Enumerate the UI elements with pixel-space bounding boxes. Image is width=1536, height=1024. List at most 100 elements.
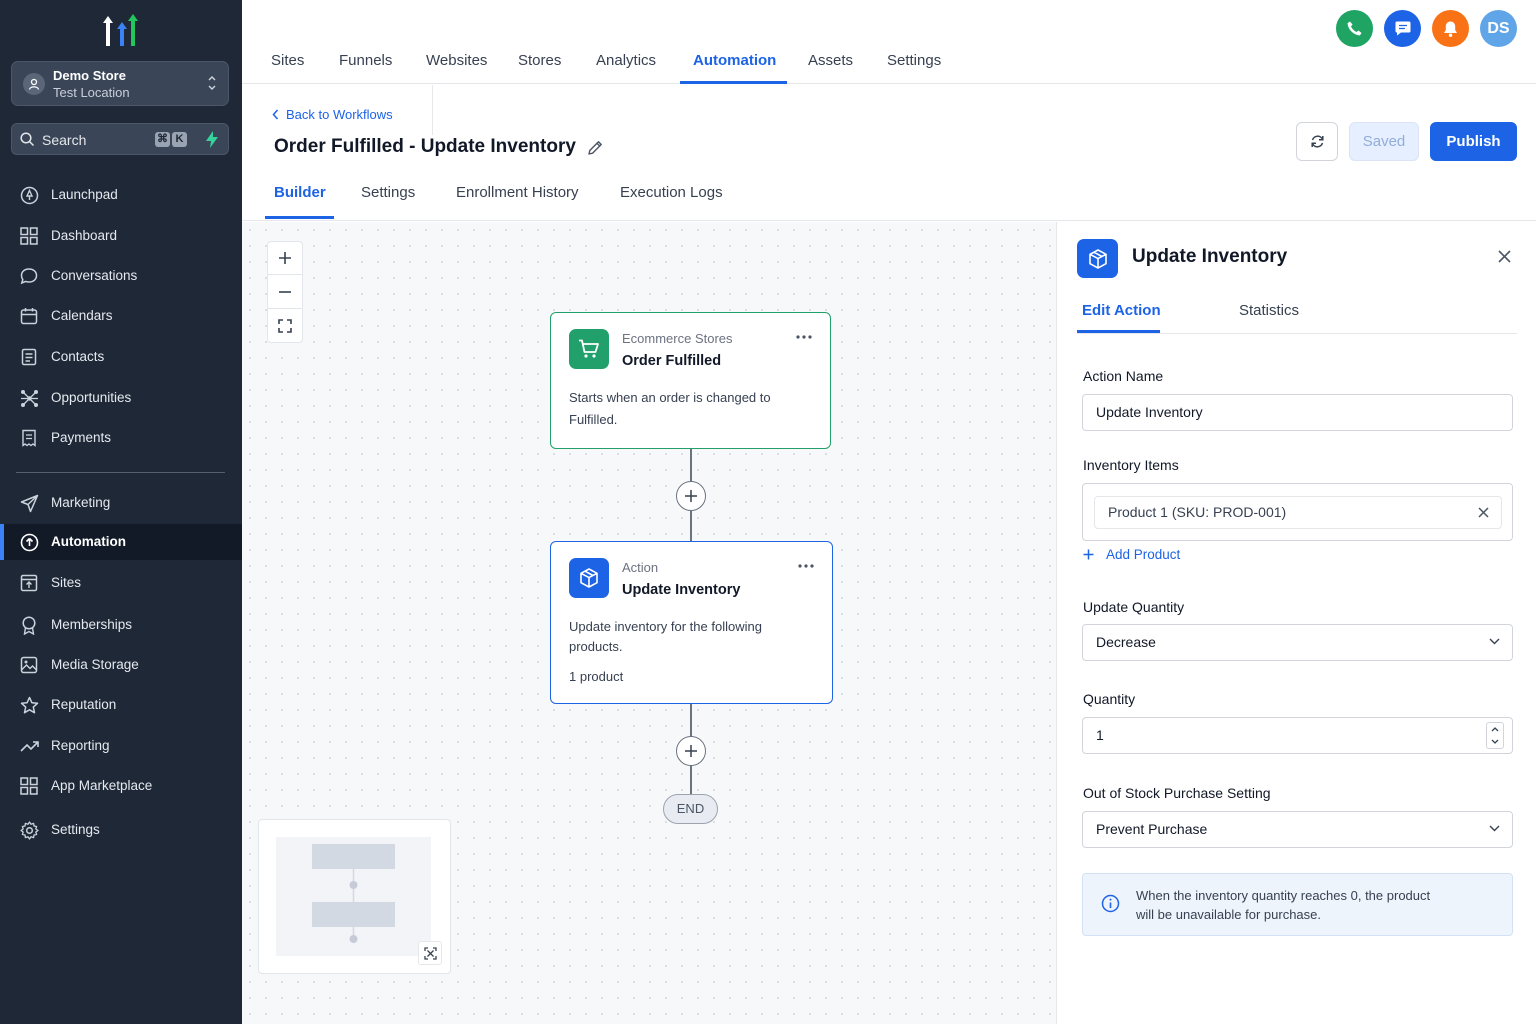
tab-analytics[interactable]: Analytics: [596, 52, 656, 69]
sidebar-item-payments[interactable]: Payments: [0, 420, 242, 456]
contacts-icon: [20, 348, 38, 366]
sidebar-item-contacts[interactable]: Contacts: [0, 339, 242, 375]
edit-title-icon[interactable]: [587, 139, 604, 156]
tab-statistics[interactable]: Statistics: [1239, 302, 1299, 319]
sidebar-item-label: Marketing: [51, 495, 111, 510]
action-node[interactable]: Action Update Inventory Update inventory…: [550, 541, 833, 704]
saved-button[interactable]: Saved: [1349, 122, 1419, 161]
chevron-left-icon: [272, 109, 279, 120]
memberships-icon: [20, 616, 38, 635]
location-switcher[interactable]: Demo Store Test Location: [11, 61, 229, 106]
action-name-field[interactable]: Update Inventory: [1082, 394, 1513, 431]
inventory-items-label: Inventory Items: [1083, 457, 1179, 473]
sidebar-item-sites[interactable]: Sites: [0, 565, 242, 601]
tab-execution-logs[interactable]: Execution Logs: [620, 184, 723, 201]
more-options-icon[interactable]: [796, 335, 812, 339]
chevron-down-icon: [1491, 739, 1499, 745]
quantity-input[interactable]: 1: [1082, 717, 1513, 754]
search-box[interactable]: Search ⌘ K: [11, 123, 229, 155]
add-product-label: Add Product: [1106, 547, 1181, 562]
add-step-button[interactable]: [676, 481, 706, 511]
image-icon: [20, 656, 38, 674]
cart-icon: [569, 329, 609, 369]
tab-assets[interactable]: Assets: [808, 52, 853, 69]
tab-funnels[interactable]: Funnels: [339, 52, 392, 69]
sites-icon: [20, 574, 38, 592]
sidebar-item-marketing[interactable]: Marketing: [0, 485, 242, 521]
trigger-node[interactable]: Ecommerce Stores Order Fulfilled Starts …: [550, 312, 831, 449]
launchpad-icon: [20, 186, 39, 205]
sidebar-item-media-storage[interactable]: Media Storage: [0, 647, 242, 683]
sidebar-item-reporting[interactable]: Reporting: [0, 728, 242, 764]
tab-edit-action[interactable]: Edit Action: [1082, 302, 1161, 319]
update-quantity-label: Update Quantity: [1083, 599, 1185, 615]
back-to-workflows-link[interactable]: Back to Workflows: [272, 107, 393, 122]
tab-workflow-settings[interactable]: Settings: [361, 184, 415, 201]
sidebar-item-calendars[interactable]: Calendars: [0, 298, 242, 334]
publish-button[interactable]: Publish: [1430, 122, 1517, 161]
sidebar-item-settings[interactable]: Settings: [0, 812, 242, 848]
sidebar-item-automation[interactable]: Automation: [0, 524, 242, 560]
sidebar-item-label: Calendars: [51, 308, 113, 323]
sidebar-item-label: Automation: [51, 534, 126, 549]
minimap[interactable]: [258, 819, 451, 974]
notifications-button[interactable]: [1432, 10, 1469, 47]
brand-logo[interactable]: [102, 12, 140, 48]
add-product-button[interactable]: Add Product: [1083, 547, 1180, 562]
active-subtab-indicator: [265, 216, 334, 219]
remove-item-icon[interactable]: [1478, 507, 1489, 518]
minimap-expand-icon[interactable]: [418, 941, 442, 965]
box-icon: [1077, 239, 1118, 278]
sidebar-item-memberships[interactable]: Memberships: [0, 607, 242, 643]
more-options-icon[interactable]: [798, 564, 814, 568]
zoom-in-button[interactable]: [267, 241, 303, 275]
add-step-button[interactable]: [676, 736, 706, 766]
out-of-stock-select[interactable]: Prevent Purchase: [1082, 811, 1513, 848]
tab-automation[interactable]: Automation: [693, 52, 776, 69]
sidebar-item-opportunities[interactable]: Opportunities: [0, 380, 242, 416]
tab-sites[interactable]: Sites: [271, 52, 304, 69]
close-icon[interactable]: [1497, 249, 1512, 264]
trigger-description: Starts when an order is changed to Fulfi…: [569, 390, 771, 427]
sidebar-item-launchpad[interactable]: Launchpad: [0, 177, 242, 213]
chevron-updown-icon: [207, 74, 217, 92]
trigger-category: Ecommerce Stores: [622, 331, 733, 346]
refresh-button[interactable]: [1296, 122, 1338, 161]
sidebar-item-reputation[interactable]: Reputation: [0, 687, 242, 723]
quantity-label: Quantity: [1083, 691, 1136, 707]
tab-enrollment-history[interactable]: Enrollment History: [456, 184, 579, 201]
chat-button[interactable]: [1384, 10, 1421, 47]
user-avatar[interactable]: DS: [1480, 10, 1517, 47]
info-icon: [1101, 894, 1120, 913]
action-name-label: Action Name: [1083, 368, 1164, 384]
quantity-stepper[interactable]: [1486, 722, 1504, 749]
chat-icon: [20, 267, 38, 285]
phone-icon: [1347, 21, 1362, 36]
tab-websites[interactable]: Websites: [426, 52, 487, 69]
tab-settings[interactable]: Settings: [887, 52, 941, 69]
opportunities-icon: [20, 389, 39, 408]
sidebar-item-label: Reporting: [51, 738, 110, 753]
plus-icon: [685, 745, 697, 757]
phone-button[interactable]: [1336, 10, 1373, 47]
sidebar-item-app-marketplace[interactable]: App Marketplace: [0, 768, 242, 804]
star-icon: [20, 696, 39, 715]
update-quantity-select[interactable]: Decrease: [1082, 624, 1513, 661]
apps-icon: [20, 777, 38, 795]
plus-icon: [279, 252, 291, 264]
tab-builder[interactable]: Builder: [274, 184, 326, 201]
zoom-out-button[interactable]: [267, 275, 303, 309]
page-title: Order Fulfilled - Update Inventory: [274, 136, 576, 157]
message-icon: [1395, 21, 1410, 36]
workflow-canvas[interactable]: Ecommerce Stores Order Fulfilled Starts …: [242, 222, 1056, 1024]
inventory-item-chip[interactable]: Product 1 (SKU: PROD-001): [1094, 496, 1502, 529]
panel-tab-divider: [1077, 333, 1517, 334]
sidebar-item-conversations[interactable]: Conversations: [0, 258, 242, 294]
tab-stores[interactable]: Stores: [518, 52, 561, 69]
action-product-count: 1 product: [569, 669, 624, 684]
bolt-icon[interactable]: [206, 131, 218, 148]
sidebar-item-label: Memberships: [51, 617, 133, 632]
fit-view-button[interactable]: [267, 309, 303, 343]
inventory-items-box: Product 1 (SKU: PROD-001): [1082, 483, 1513, 541]
sidebar-item-dashboard[interactable]: Dashboard: [0, 218, 242, 254]
